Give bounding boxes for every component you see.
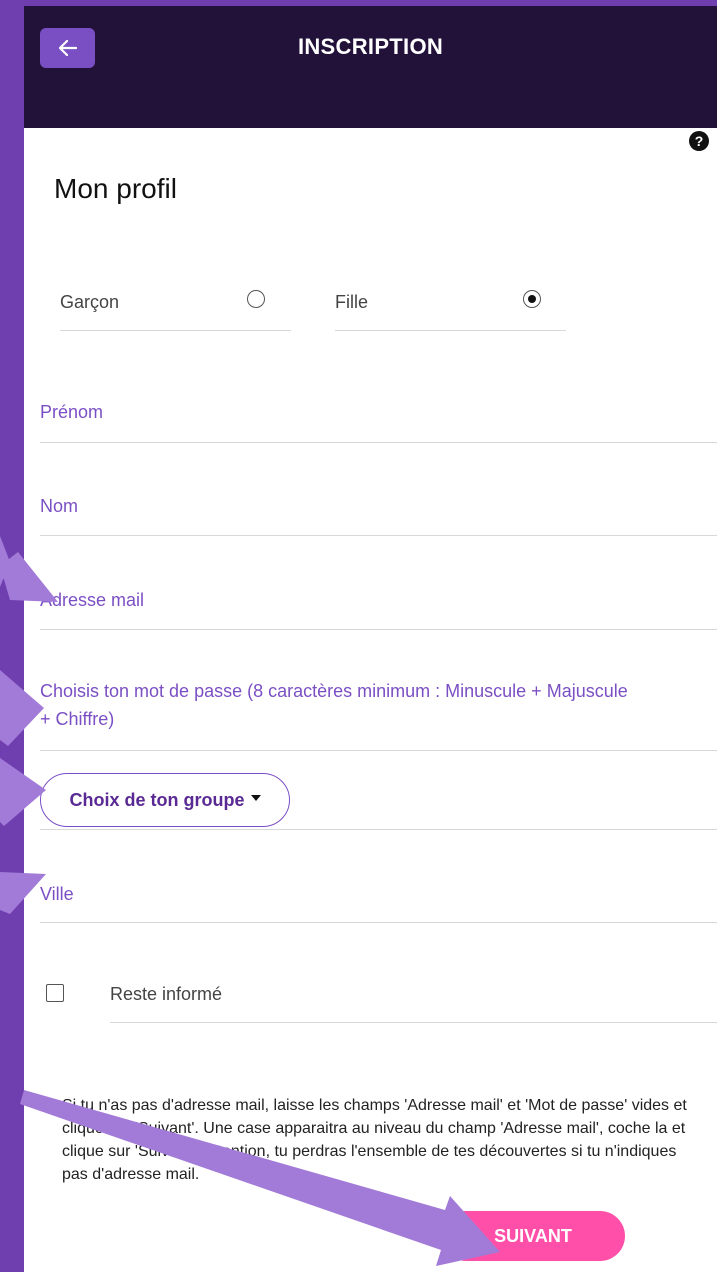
- gender-option-boy[interactable]: Garçon: [60, 280, 291, 331]
- password-field[interactable]: Choisis ton mot de passe (8 caractères m…: [40, 677, 717, 751]
- radio-girl[interactable]: [523, 290, 541, 308]
- caret-down-icon: [250, 794, 261, 801]
- gender-option-label: Garçon: [60, 292, 120, 312]
- first-name-field[interactable]: Prénom: [40, 398, 717, 443]
- email-label: Adresse mail: [40, 590, 145, 610]
- group-select-label: Choix de ton groupe: [69, 789, 245, 810]
- email-field[interactable]: Adresse mail: [40, 586, 717, 630]
- gender-option-label: Fille: [335, 292, 369, 312]
- password-label: Choisis ton mot de passe (8 caractères m…: [40, 681, 628, 729]
- next-button[interactable]: SUIVANT: [441, 1211, 625, 1261]
- app-header: INSCRIPTION: [24, 6, 717, 128]
- last-name-label: Nom: [40, 496, 79, 516]
- header-title: INSCRIPTION: [297, 34, 444, 59]
- city-label: Ville: [40, 884, 74, 904]
- stay-informed-label: Reste informé: [110, 984, 223, 1004]
- gender-option-girl[interactable]: Fille: [335, 280, 566, 331]
- side-panel: [0, 0, 24, 1272]
- stay-informed-checkbox[interactable]: [46, 984, 64, 1002]
- city-field[interactable]: Ville: [40, 880, 717, 923]
- notice-text: Si tu n'as pas d'adresse mail, laisse le…: [62, 1097, 687, 1183]
- last-name-field[interactable]: Nom: [40, 492, 717, 536]
- first-name-label: Prénom: [40, 402, 104, 422]
- question-circle-icon[interactable]: ?: [689, 131, 709, 151]
- radio-boy[interactable]: [247, 290, 265, 308]
- page-title: Mon profil: [54, 173, 177, 204]
- divider: [110, 1022, 717, 1023]
- group-select-button[interactable]: Choix de ton groupe: [40, 773, 290, 827]
